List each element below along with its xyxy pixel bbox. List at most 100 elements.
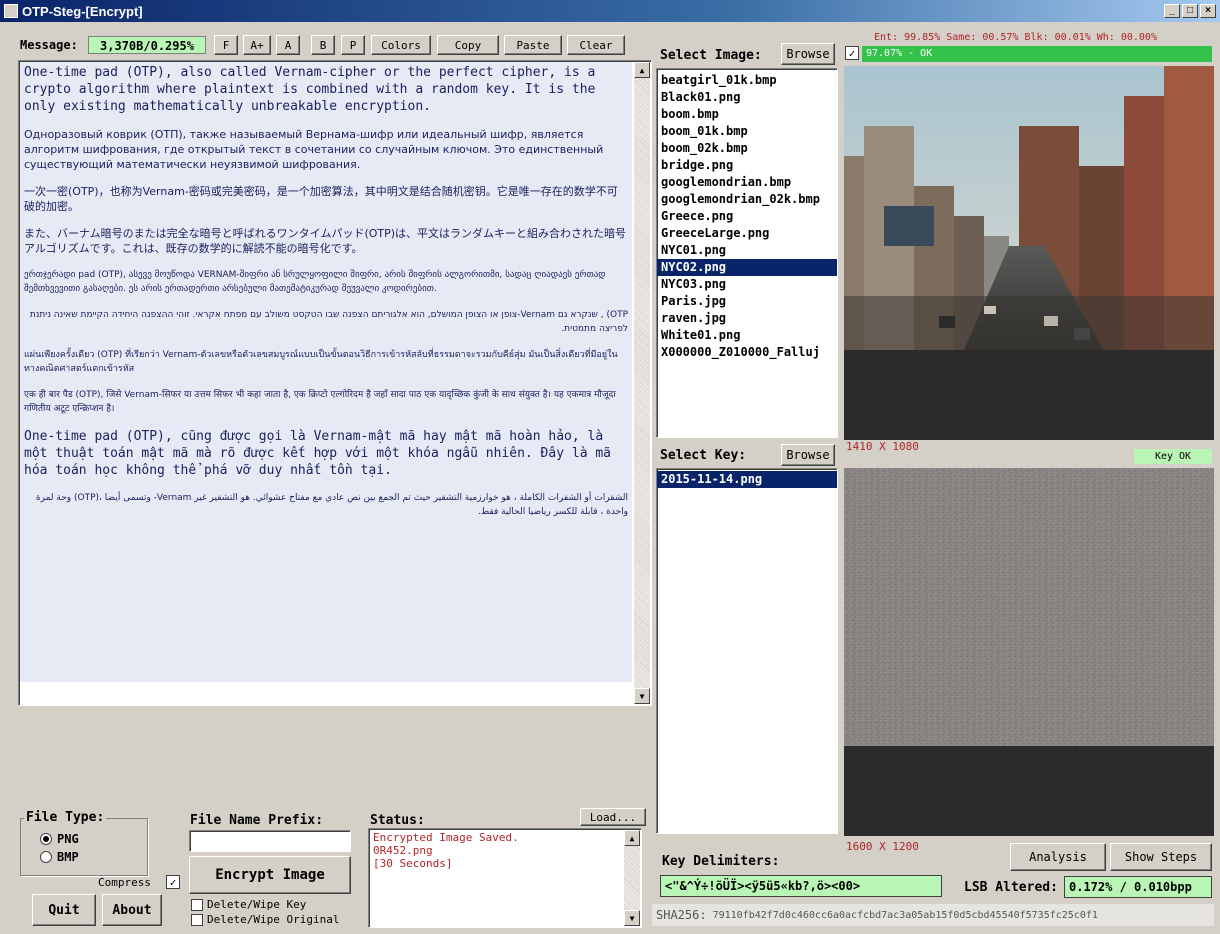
message-paragraph-vi: One-time pad (OTP), cũng được gọi là Ver… bbox=[24, 429, 619, 478]
stats-ok-bar: 97.07% - OK bbox=[862, 46, 1212, 62]
clear-button[interactable]: Clear bbox=[567, 35, 625, 55]
status-label: Status: bbox=[370, 813, 425, 828]
image-list-item[interactable]: googlemondrian_02k.bmp bbox=[657, 191, 837, 208]
browse-key-button[interactable]: Browse bbox=[781, 444, 835, 466]
select-key-label: Select Key: bbox=[660, 448, 747, 463]
image-list-item[interactable]: googlemondrian.bmp bbox=[657, 174, 837, 191]
prefix-input[interactable] bbox=[189, 830, 351, 852]
radio-empty-icon bbox=[40, 851, 52, 863]
plain-button[interactable]: P bbox=[341, 35, 365, 55]
title-bar: OTP-Steg-[Encrypt] bbox=[0, 0, 1220, 22]
minimize-button[interactable]: _ bbox=[1164, 4, 1180, 18]
message-paragraph-en: One-time pad (OTP), also called Vernam-c… bbox=[24, 65, 604, 114]
message-textarea[interactable]: One-time pad (OTP), also called Vernam-c… bbox=[20, 62, 632, 682]
image-list-item[interactable]: X000000_Z010000_Falluj bbox=[657, 344, 837, 361]
font-button[interactable]: F bbox=[214, 35, 238, 55]
paste-button[interactable]: Paste bbox=[504, 35, 562, 55]
window-title: OTP-Steg-[Encrypt] bbox=[22, 3, 143, 19]
bmp-label: BMP bbox=[57, 850, 79, 864]
image-list-item[interactable]: NYC01.png bbox=[657, 242, 837, 259]
load-button[interactable]: Load... bbox=[580, 808, 646, 826]
message-paragraph-ru: Одноразовый коврик (ОТП), также называем… bbox=[24, 128, 607, 171]
message-size-badge: 3,370B/0.295% bbox=[88, 36, 206, 54]
key-noise-image bbox=[844, 468, 1214, 746]
image-list-item[interactable]: Paris.jpg bbox=[657, 293, 837, 310]
wipe-key-checkbox[interactable] bbox=[191, 898, 203, 911]
message-paragraph-ar: الشفرات أو الشفرات الكاملة ، هو خوارزمية… bbox=[33, 493, 628, 517]
status-line: [30 Seconds] bbox=[373, 857, 453, 870]
radio-selected-icon bbox=[40, 833, 52, 845]
sha256-bar: SHA256: 79110fb42f7d0c460cc6a0acfcbd7ac3… bbox=[652, 904, 1214, 926]
key-list[interactable]: 2015-11-14.png bbox=[656, 468, 838, 834]
key-delimiters-label: Key Delimiters: bbox=[662, 854, 780, 869]
city-photo bbox=[844, 66, 1214, 350]
lsb-altered-label: LSB Altered: bbox=[964, 880, 1058, 895]
app-icon bbox=[4, 4, 18, 18]
key-dimensions: 1600 X 1200 bbox=[846, 840, 919, 853]
prefix-label: File Name Prefix: bbox=[190, 813, 324, 828]
sha256-label: SHA256: bbox=[656, 908, 707, 922]
sha256-value: 79110fb42f7d0c460cc6a0acfcbd7ac3a05ab15f… bbox=[712, 909, 1098, 921]
wipe-original-label: Delete/Wipe Original bbox=[207, 913, 340, 926]
scroll-down-icon[interactable]: ▼ bbox=[634, 688, 650, 704]
maximize-button[interactable]: □ bbox=[1182, 4, 1198, 18]
image-list[interactable]: beatgirl_01k.bmp Black01.png boom.bmp bo… bbox=[656, 68, 838, 438]
colors-button[interactable]: Colors bbox=[371, 35, 431, 55]
encrypt-image-button[interactable]: Encrypt Image bbox=[189, 856, 351, 894]
image-list-item[interactable]: White01.png bbox=[657, 327, 837, 344]
quit-button[interactable]: Quit bbox=[32, 894, 96, 926]
status-scroll-up-icon[interactable]: ▲ bbox=[624, 830, 640, 846]
key-preview bbox=[844, 468, 1214, 836]
compress-checkbox[interactable]: ✓ bbox=[166, 875, 180, 889]
image-list-item[interactable]: GreeceLarge.png bbox=[657, 225, 837, 242]
image-dimensions: 1410 X 1080 bbox=[846, 440, 919, 453]
image-list-item[interactable]: NYC03.png bbox=[657, 276, 837, 293]
select-image-label: Select Image: bbox=[660, 48, 762, 63]
image-list-item[interactable]: bridge.png bbox=[657, 157, 837, 174]
image-list-item[interactable]: boom_01k.bmp bbox=[657, 123, 837, 140]
file-type-label: File Type: bbox=[24, 810, 107, 825]
message-paragraph-th: แผ่นเพียงครั้งเดียว (OTP) ที่เรียกว่า Ve… bbox=[24, 350, 618, 374]
image-list-item[interactable]: Greece.png bbox=[657, 208, 837, 225]
browse-image-button[interactable]: Browse bbox=[781, 43, 835, 65]
image-list-item[interactable]: raven.jpg bbox=[657, 310, 837, 327]
key-list-item-selected[interactable]: 2015-11-14.png bbox=[657, 471, 837, 488]
message-paragraph-ka: ერთჯერადი pad (OTP), ასევე მოუწოდა VERNA… bbox=[24, 270, 609, 294]
image-list-item[interactable]: boom_02k.bmp bbox=[657, 140, 837, 157]
message-scrollbar[interactable] bbox=[634, 62, 650, 704]
show-steps-button[interactable]: Show Steps bbox=[1110, 843, 1212, 871]
image-preview bbox=[844, 66, 1214, 440]
scroll-up-icon[interactable]: ▲ bbox=[634, 62, 650, 78]
font-increase-button[interactable]: A+ bbox=[243, 35, 271, 55]
about-button[interactable]: About bbox=[102, 894, 162, 926]
analysis-button[interactable]: Analysis bbox=[1010, 843, 1106, 871]
image-list-item-selected[interactable]: NYC02.png bbox=[657, 259, 837, 276]
key-delimiters-input[interactable]: <"&^Ý÷!õÜÏ><ÿ5ü5«kb?,ö><00> bbox=[660, 875, 942, 897]
image-list-item[interactable]: boom.bmp bbox=[657, 106, 837, 123]
close-button[interactable]: × bbox=[1200, 4, 1216, 18]
image-list-item[interactable]: beatgirl_01k.bmp bbox=[657, 72, 837, 89]
copy-button[interactable]: Copy bbox=[437, 35, 499, 55]
entropy-stats: Ent: 99.85% Same: 00.57% Blk: 00.01% Wh:… bbox=[874, 32, 1157, 43]
png-label: PNG bbox=[57, 832, 79, 846]
lsb-altered-value: 0.172% / 0.010bpp bbox=[1064, 876, 1212, 898]
font-decrease-button[interactable]: A bbox=[276, 35, 300, 55]
image-list-item[interactable]: Black01.png bbox=[657, 89, 837, 106]
message-paragraph-ja: また、バーナム暗号のまたは完全な暗号と呼ばれるワンタイムパッド(OTP)は、平文… bbox=[24, 227, 627, 255]
status-line: 0R452.png bbox=[373, 844, 433, 857]
wipe-original-checkbox[interactable] bbox=[191, 913, 203, 926]
png-radio[interactable]: PNG bbox=[40, 832, 79, 846]
wipe-key-option[interactable]: Delete/Wipe Key bbox=[191, 898, 306, 911]
status-scroll-down-icon[interactable]: ▼ bbox=[624, 910, 640, 926]
message-paragraph-he: OTP) , שנקרא גם Vernam-צופן או הצופן המו… bbox=[27, 310, 628, 334]
status-box: Encrypted Image Saved. 0R452.png [30 Sec… bbox=[368, 828, 642, 928]
bold-button[interactable]: B bbox=[311, 35, 335, 55]
wipe-key-label: Delete/Wipe Key bbox=[207, 898, 307, 911]
file-type-group bbox=[20, 818, 148, 876]
wipe-original-option[interactable]: Delete/Wipe Original bbox=[191, 913, 339, 926]
key-status-badge: Key OK bbox=[1134, 449, 1212, 464]
stats-checkbox[interactable]: ✓ bbox=[845, 46, 859, 60]
message-paragraph-zh: 一次一密(OTP)，也称为Vernam-密码或完美密码，是一个加密算法，其中明文… bbox=[24, 185, 618, 213]
compress-label: Compress bbox=[98, 876, 151, 889]
bmp-radio[interactable]: BMP bbox=[40, 850, 79, 864]
